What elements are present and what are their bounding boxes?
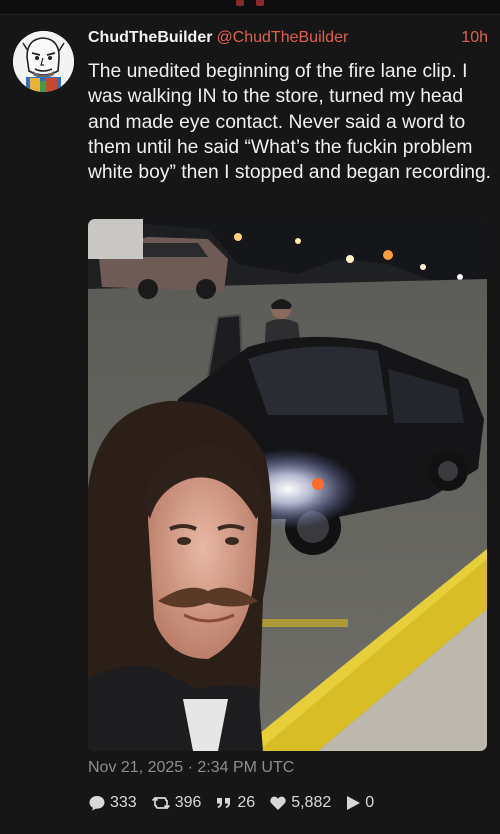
display-name[interactable]: ChudTheBuilder	[88, 29, 212, 46]
post-text: The unedited beginning of the fire lane …	[88, 61, 492, 184]
like-count: 5,882	[291, 794, 332, 811]
avatar-illustration-icon	[13, 31, 74, 92]
like-button[interactable]: 5,882	[269, 794, 331, 812]
post-time[interactable]: 10h	[461, 29, 488, 47]
post-header: ChudTheBuilder @ChudTheBuilder 10h	[88, 29, 488, 51]
repost-count: 396	[174, 794, 202, 811]
user-handle[interactable]: @ChudTheBuilder	[216, 29, 348, 46]
post-card[interactable]: ChudTheBuilder @ChudTheBuilder 10h The un…	[0, 14, 500, 834]
avatar[interactable]	[13, 31, 74, 92]
engagement-bar: 333 396 26 5,882 0	[88, 791, 388, 815]
post-timestamp[interactable]: Nov 21, 2025 · 2:34 PM UTC	[88, 759, 294, 777]
heart-icon	[270, 796, 286, 810]
previous-post-stub	[0, 0, 500, 14]
speech-bubble-icon	[89, 796, 105, 811]
reply-button[interactable]: 333	[88, 794, 137, 812]
post-image[interactable]	[88, 219, 487, 751]
quote-count: 26	[237, 794, 256, 811]
views-count: 0	[365, 794, 375, 811]
reply-count: 333	[110, 794, 137, 811]
photo-illustration	[88, 219, 487, 751]
quote-icon	[217, 798, 231, 808]
repost-icon	[151, 796, 170, 810]
repost-button[interactable]: 396	[151, 794, 202, 812]
views-button[interactable]: 0	[345, 794, 374, 812]
top-marker	[232, 0, 268, 6]
quote-button[interactable]: 26	[215, 794, 255, 812]
play-icon	[347, 796, 361, 810]
